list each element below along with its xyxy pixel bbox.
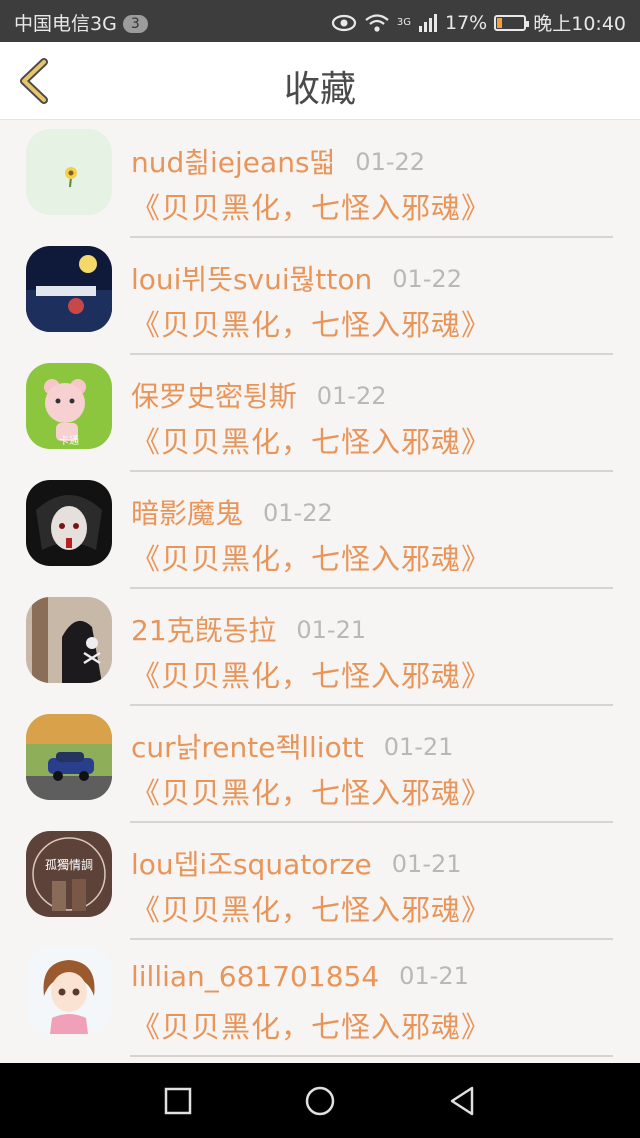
item-date: 01-22 [263,499,333,527]
user-name: 暗影魔鬼 01-22 [131,492,333,532]
story-title: 《贝贝黑化，七怪入邪魂》 [131,425,492,459]
clock: 晚上10:40 [533,13,626,35]
story-title: 《贝贝黑化，七怪入邪魂》 [131,1010,492,1044]
list-item[interactable]: loui뷔뜻svui뭖tton 01-22 《贝贝黑化，七怪入邪魂》 [0,238,640,355]
user-name-text: 保罗史密튕斯 [131,380,297,413]
bear-avatar: 卡通 [26,363,112,449]
item-date: 01-21 [391,850,462,878]
user-name-text: lou뎁i조squatorze [131,848,372,881]
story-title: 《贝贝黑化，七怪入邪魂》 [131,659,492,693]
carrier-info: 中国电信3G 3 [14,9,148,36]
avatar-label: 孤獨情調 [45,857,93,872]
battery-percent: 17% [445,11,488,34]
item-date: 01-22 [392,265,462,293]
list-item[interactable]: 孤獨情調 lou뎁i조squatorze 01-21 《贝贝黑化，七怪入邪魂》 [0,823,640,940]
night-scene-avatar [26,246,112,332]
user-name-text: 暗影魔鬼 [131,497,244,530]
item-date: 01-21 [399,962,469,990]
user-name: loui뷔뜻svui뭖tton 01-22 [131,258,462,298]
battery-icon [494,14,530,31]
story-title: 《贝贝黑化，七怪入邪魂》 [131,893,492,927]
list-item[interactable]: nud칆iejeans떫 01-22 《贝贝黑化，七怪入邪魂》 [0,121,640,238]
system-nav-bar [0,1063,640,1138]
item-date: 01-22 [355,148,426,176]
list-item[interactable]: 21克旣동拉 01-21 《贝贝黑化，七怪入邪魂》 [0,589,640,706]
page-title: 收藏 [283,69,356,110]
user-name: 21克旣동拉 01-21 [131,609,366,649]
user-name-text: 21克旣동拉 [131,614,277,647]
wifi-icon [365,13,389,32]
user-name: cur낡rente좩lliott 01-21 [131,726,453,766]
story-title: 《贝贝黑化，七怪入邪魂》 [131,776,492,810]
story-title: 《贝贝黑化，七怪入邪魂》 [131,542,492,576]
item-date: 01-21 [383,733,454,761]
list-item[interactable]: 卡通 保罗史密튕斯 01-22 《贝贝黑化，七怪入邪魂》 [0,355,640,472]
user-name-text: lillian_681701854 [131,960,380,993]
user-name-text: nud칆iejeans떫 [131,146,336,179]
user-name-text: loui뷔뜻svui뭖tton [131,263,373,296]
recent-apps-button[interactable] [160,1083,196,1119]
square-icon [164,1087,192,1115]
story-title: 《贝贝黑化，七怪入邪魂》 [131,308,492,342]
list-item[interactable]: cur낡rente좩lliott 01-21 《贝贝黑化，七怪入邪魂》 [0,706,640,823]
dark-anime-avatar [26,480,112,566]
cartoon-girl-avatar [26,948,112,1034]
notification-badge: 3 [122,15,148,33]
list-item[interactable]: 暗影魔鬼 01-22 《贝贝黑化，七怪入邪魂》 [0,472,640,589]
carrier-name: 中国电信3G [14,13,117,35]
back-triangle-icon [450,1086,474,1116]
favorites-list: nud칆iejeans떫 01-22 《贝贝黑化，七怪入邪魂》 loui뷔뜻svu… [0,121,640,1057]
list-item[interactable]: lillian_681701854 01-21 《贝贝黑化，七怪入邪魂》 [0,940,640,1057]
user-name: nud칆iejeans떫 01-22 [131,141,425,181]
signal-icon [419,13,437,32]
car-avatar [26,714,112,800]
back-nav-button[interactable] [444,1083,480,1119]
status-icons: 3G 17% 晚上10:40 [331,9,626,36]
user-name-text: cur낡rente좩lliott [131,731,364,764]
user-name: lillian_681701854 01-21 [131,960,469,993]
skull-hoodie-avatar [26,597,112,683]
eye-icon [331,14,356,31]
item-date: 01-22 [316,382,387,410]
flower-avatar [26,129,112,215]
avatar-label: 卡通 [59,434,79,447]
network-type: 3G [396,17,411,28]
user-name: 保罗史密튕斯 01-22 [131,375,387,415]
user-name: lou뎁i조squatorze 01-21 [131,843,462,883]
home-button[interactable] [302,1083,338,1119]
status-bar: 中国电信3G 3 3G 17% 晚上10:40 [0,0,640,42]
item-date: 01-21 [296,616,367,644]
story-title: 《贝贝黑化，七怪入邪魂》 [131,191,492,225]
divider [130,1055,613,1057]
app-header: 收藏 [0,42,640,120]
couple-avatar: 孤獨情調 [26,831,112,917]
circle-icon [305,1086,335,1116]
